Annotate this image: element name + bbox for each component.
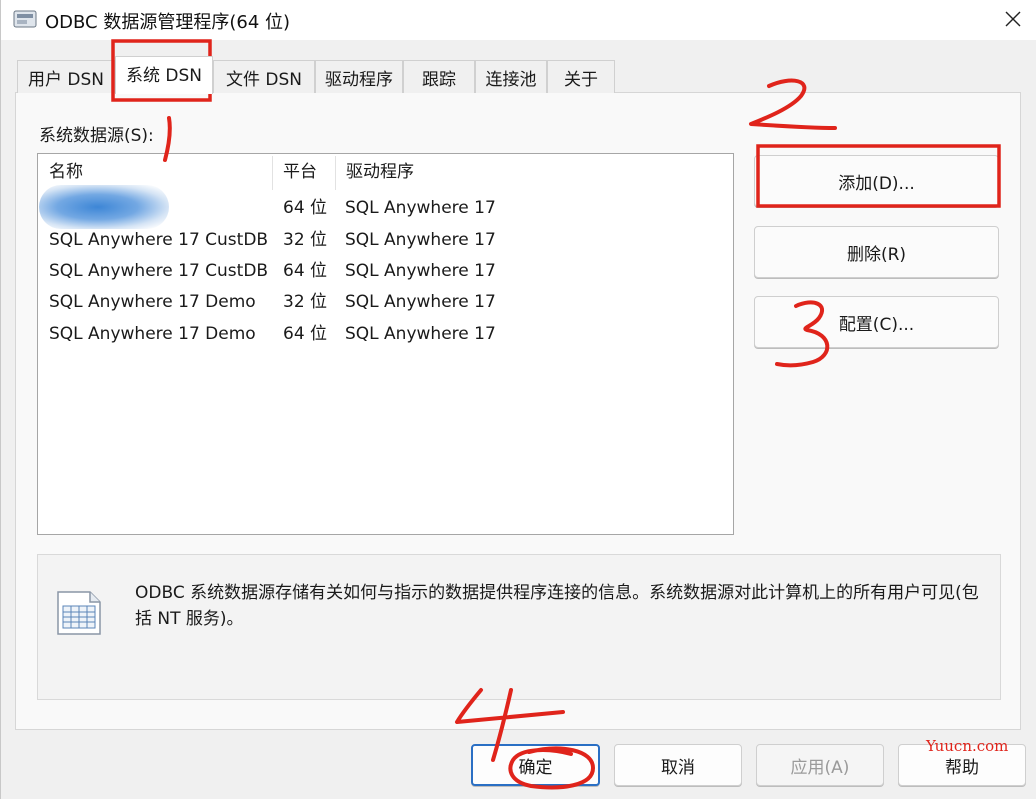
row-driver: SQL Anywhere 17 [345,324,496,344]
table-row[interactable]: SQL Anywhere 17 CustDB 32 位 SQL Anywhere… [39,228,733,252]
tab-connection-pool[interactable]: 连接池 [475,60,547,93]
row-name: SQL Anywhere 17 CustDB [49,261,269,281]
tab-user-dsn[interactable]: 用户 DSN [17,60,115,93]
row-driver: SQL Anywhere 17 [345,261,496,281]
ok-button[interactable]: 确定 [471,744,600,786]
info-description: ODBC 系统数据源存储有关如何与指示的数据提供程序连接的信息。系统数据源对此计… [135,583,979,629]
odbc-dialog-window: ODBC 数据源管理程序(64 位) 用户 DSN 系统 DSN 文件 DSN … [0,0,1036,799]
remove-button[interactable]: 删除(R) [754,226,999,278]
datasource-table-icon [54,588,104,643]
tab-file-dsn[interactable]: 文件 DSN [213,60,315,93]
tab-about[interactable]: 关于 [547,60,615,93]
tab-system-dsn[interactable]: 系统 DSN [115,56,213,94]
tab-tracing[interactable]: 跟踪 [403,60,475,93]
row-driver: SQL Anywhere 17 [345,230,496,250]
table-row[interactable]: SQL Anywhere 17 Demo 64 位 SQL Anywhere 1… [39,322,733,346]
row-platform: 64 位 [283,198,328,218]
table-row[interactable]: SQL Anywhere 17 Demo 32 位 SQL Anywhere 1… [39,290,733,314]
row-driver: SQL Anywhere 17 [345,292,496,312]
watermark-text: Yuucn.com [926,737,1009,755]
add-button[interactable]: 添加(D)... [754,155,999,207]
apply-button[interactable]: 应用(A) [756,744,884,786]
table-row[interactable]: 64 位 SQL Anywhere 17 [39,196,733,220]
column-header-driver[interactable]: 驱动程序 [336,158,536,188]
row-platform: 64 位 [283,261,328,281]
table-row[interactable]: SQL Anywhere 17 CustDB 64 位 SQL Anywhere… [39,259,733,283]
row-driver: SQL Anywhere 17 [345,198,496,218]
window-title: ODBC 数据源管理程序(64 位) [45,12,291,33]
row-name: SQL Anywhere 17 Demo [49,324,256,344]
cancel-button[interactable]: 取消 [614,744,742,786]
row-name: SQL Anywhere 17 Demo [49,292,256,312]
column-header-name[interactable]: 名称 [39,158,271,188]
row-name: SQL Anywhere 17 CustDB [49,230,269,250]
odbc-app-icon [13,9,37,29]
column-header-platform[interactable]: 平台 [273,158,335,188]
close-button[interactable] [993,2,1033,36]
tab-drivers[interactable]: 驱动程序 [315,60,403,93]
row-platform: 32 位 [283,292,328,312]
system-dsn-list-label: 系统数据源(S): [39,126,154,146]
close-icon [1005,11,1021,27]
row-platform: 64 位 [283,324,328,344]
configure-button[interactable]: 配置(C)... [754,296,999,348]
row-platform: 32 位 [283,230,328,250]
